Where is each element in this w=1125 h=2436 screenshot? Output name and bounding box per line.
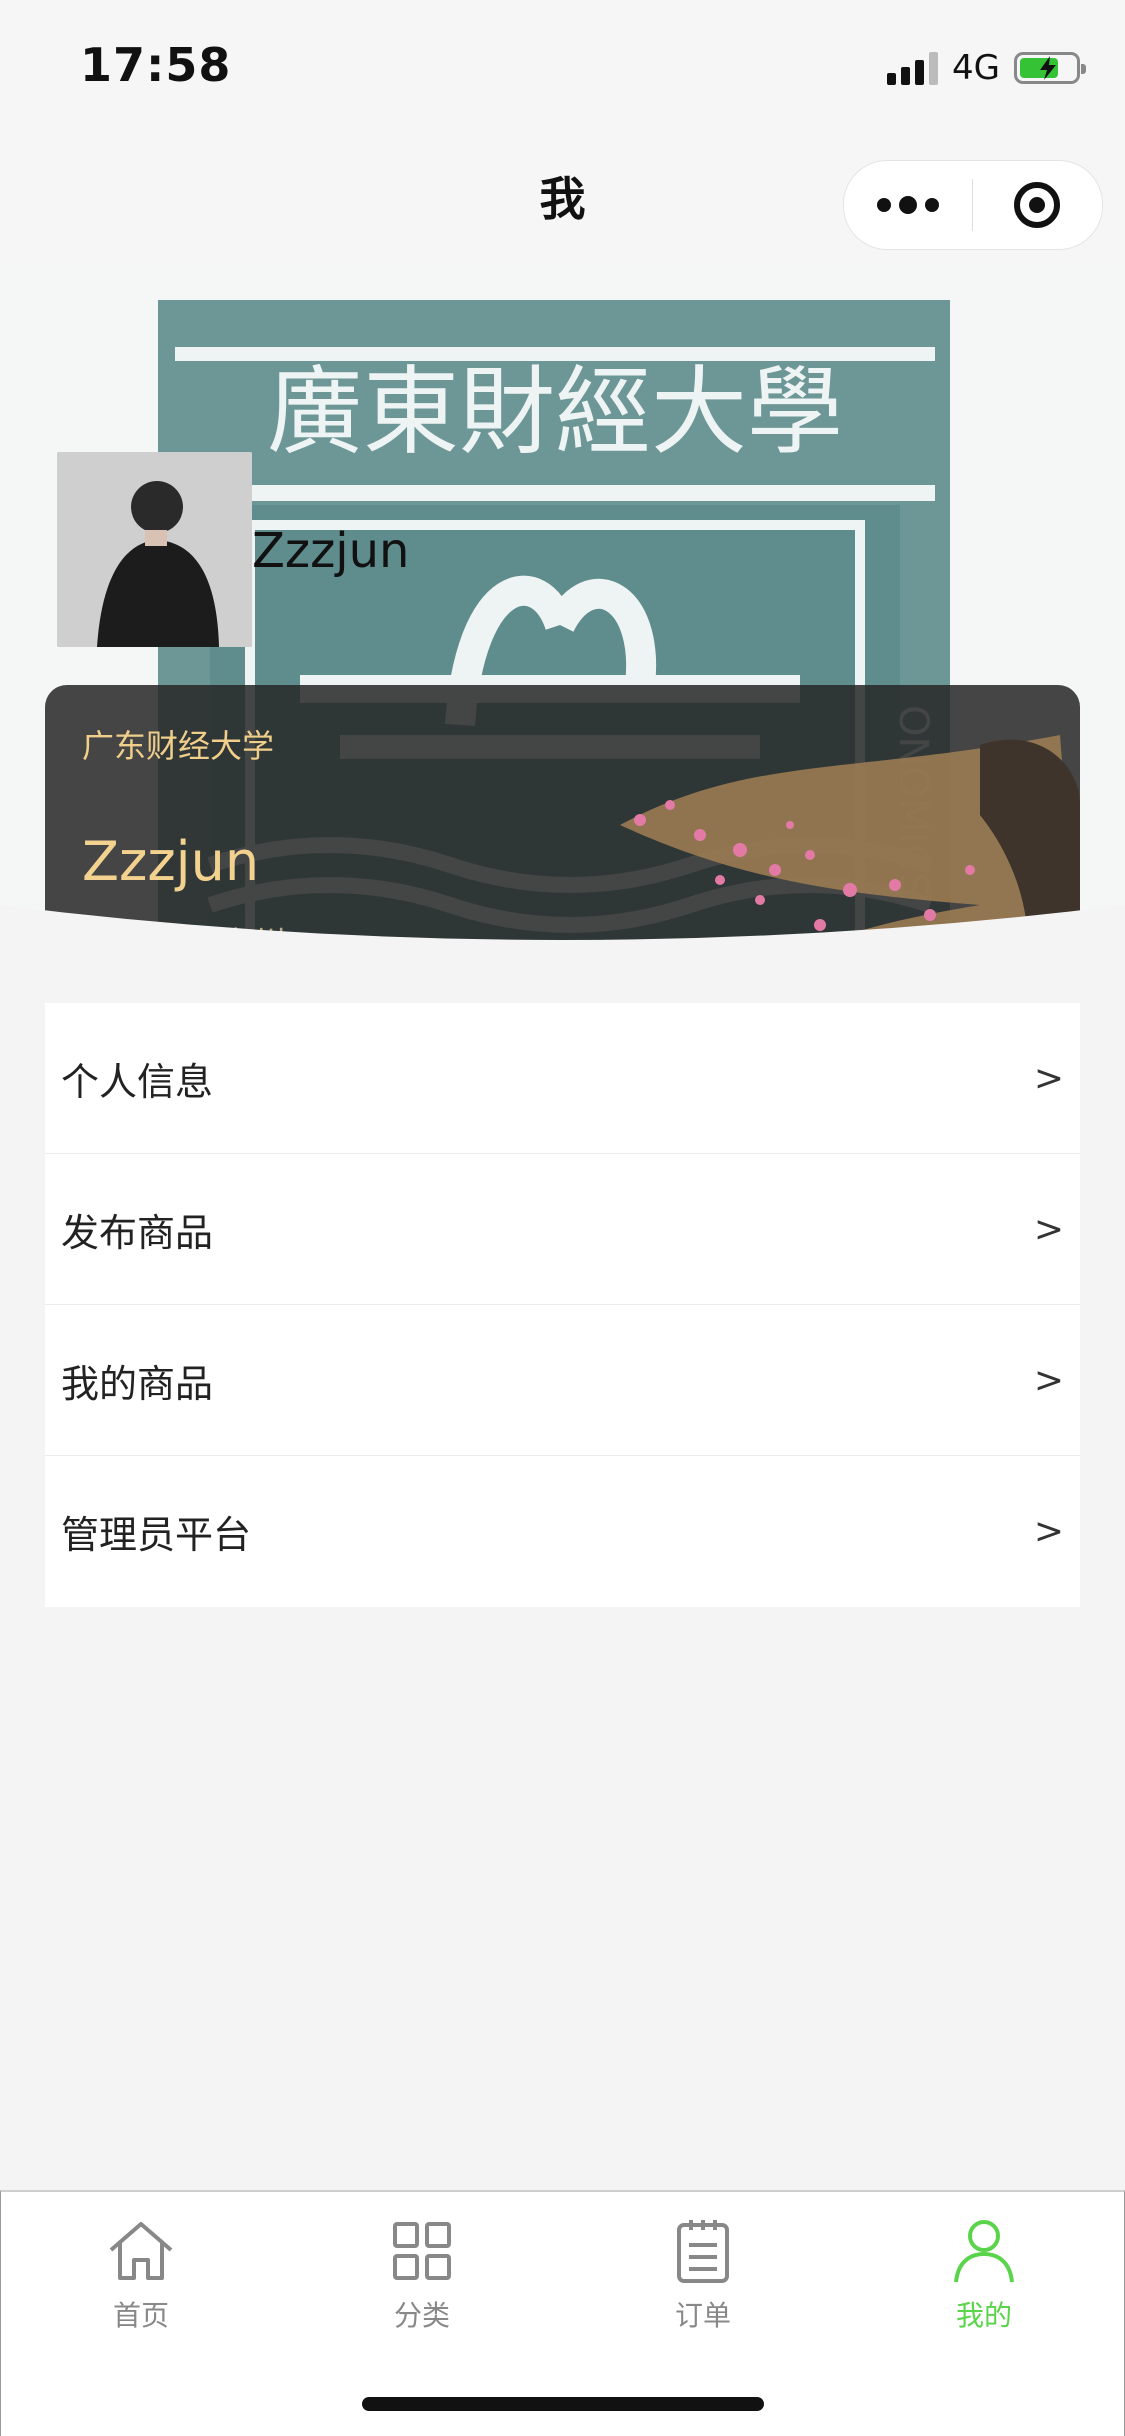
profile-header: 廣東財經大學 ONOMICS Zzzjun bbox=[0, 265, 1125, 990]
card-school: 广东财经大学 bbox=[82, 727, 275, 765]
mini-program-capsule bbox=[843, 160, 1103, 250]
signal-icon bbox=[887, 51, 939, 85]
order-list-icon bbox=[603, 2212, 803, 2290]
tab-mine[interactable]: 我的 bbox=[884, 2212, 1084, 2334]
network-label: 4G bbox=[952, 48, 1000, 88]
menu-item-label: 管理员平台 bbox=[61, 1513, 252, 1557]
menu-item-label: 我的商品 bbox=[61, 1361, 214, 1406]
tab-home[interactable]: 首页 bbox=[41, 2212, 241, 2334]
emblem-title: 廣東財經大學 bbox=[267, 356, 843, 468]
chevron-right-icon: > bbox=[1033, 1359, 1064, 1401]
menu-item-admin-platform[interactable]: 管理员平台 > bbox=[45, 1456, 1080, 1607]
nav-bar: 我 bbox=[0, 135, 1125, 265]
chevron-right-icon: > bbox=[1033, 1057, 1064, 1099]
chevron-right-icon: > bbox=[1033, 1208, 1064, 1250]
chevron-right-icon: > bbox=[1033, 1511, 1064, 1552]
menu-item-my-products[interactable]: 我的商品 > bbox=[45, 1305, 1080, 1456]
user-icon bbox=[884, 2212, 1084, 2290]
menu-list: 个人信息 > 发布商品 > 我的商品 > 管理员平台 > bbox=[45, 1003, 1080, 1607]
menu-item-label: 发布商品 bbox=[61, 1210, 214, 1255]
grid-icon bbox=[322, 2212, 522, 2290]
card-name: Zzzjun bbox=[82, 830, 260, 893]
tab-label: 分类 bbox=[393, 2299, 450, 2332]
status-time: 17:58 bbox=[80, 38, 232, 92]
more-dots-icon[interactable] bbox=[844, 161, 972, 249]
tab-label: 首页 bbox=[112, 2299, 169, 2332]
menu-item-label: 个人信息 bbox=[61, 1059, 214, 1104]
battery-icon bbox=[1014, 52, 1086, 84]
tab-category[interactable]: 分类 bbox=[322, 2212, 522, 2334]
tab-label: 我的 bbox=[955, 2299, 1012, 2332]
header-curve-divider bbox=[0, 905, 1125, 990]
home-icon bbox=[41, 2212, 241, 2290]
home-indicator[interactable] bbox=[362, 2397, 764, 2411]
tab-orders[interactable]: 订单 bbox=[603, 2212, 803, 2334]
target-icon[interactable] bbox=[973, 161, 1101, 249]
status-indicators: 4G bbox=[887, 48, 1086, 88]
username: Zzzjun bbox=[252, 523, 410, 579]
avatar[interactable] bbox=[57, 452, 252, 647]
menu-item-personal-info[interactable]: 个人信息 > bbox=[45, 1003, 1080, 1154]
menu-item-publish-product[interactable]: 发布商品 > bbox=[45, 1154, 1080, 1305]
status-bar: 17:58 4G bbox=[0, 0, 1125, 135]
tab-label: 订单 bbox=[674, 2299, 731, 2332]
